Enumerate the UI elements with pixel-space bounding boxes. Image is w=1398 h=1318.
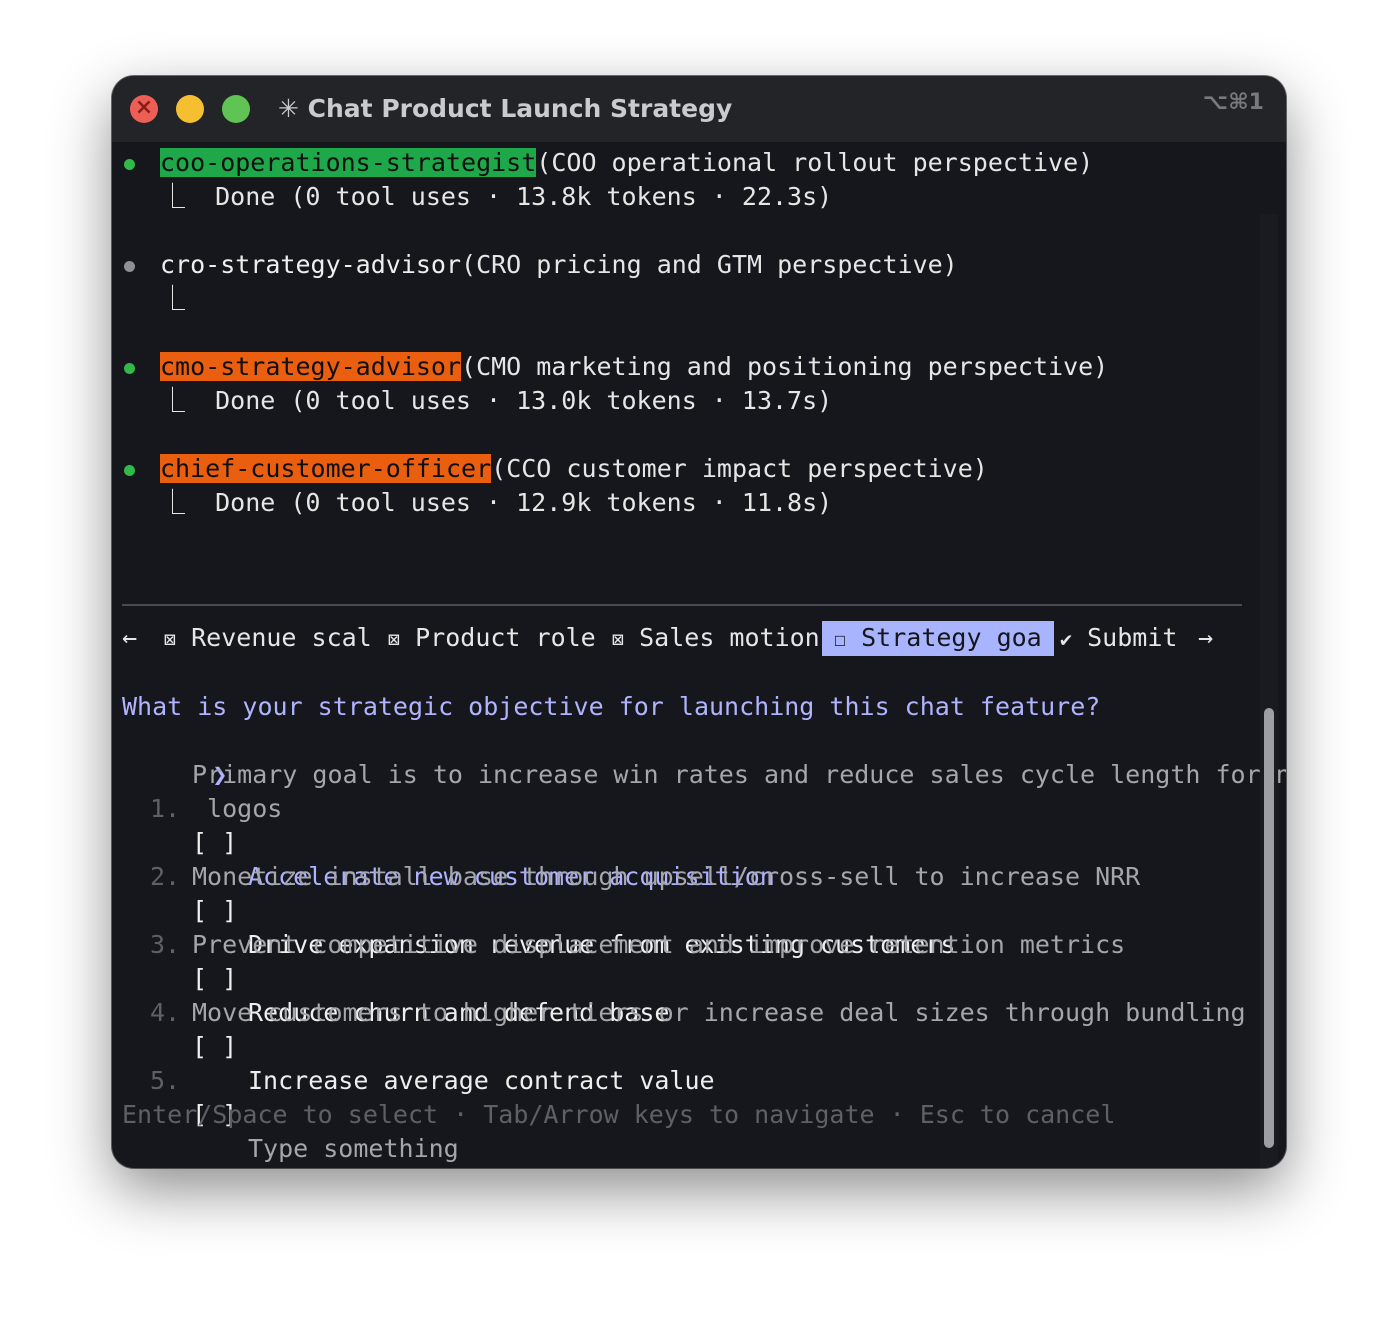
tab-label: Revenue scal bbox=[191, 623, 372, 652]
tab-submit[interactable]: ✔ Submit bbox=[1060, 621, 1177, 656]
status-dot-icon bbox=[124, 159, 135, 170]
terminal-window: ✳ Chat Product Launch Strategy ⌥⌘1 coo-o… bbox=[112, 76, 1286, 1168]
option-description: Primary goal is to increase win rates an… bbox=[192, 760, 1286, 789]
agent-row: cmo-strategy-advisor(CMO marketing and p… bbox=[122, 350, 1108, 384]
option-number: 1. bbox=[150, 794, 181, 823]
question-tabs: ← ⊠ Revenue scal ⊠ Product role ⊠ Sales … bbox=[122, 621, 1252, 656]
option-row[interactable]: 4. [ ] Increase average contract value bbox=[122, 962, 715, 1095]
zoom-button[interactable] bbox=[222, 95, 250, 123]
question-text: What is your strategic objective for lau… bbox=[122, 692, 1101, 721]
window-title: ✳ Chat Product Launch Strategy bbox=[278, 94, 733, 123]
option-row[interactable]: 2. [ ] Drive expansion revenue from exis… bbox=[122, 826, 955, 959]
option-description: Monetize install base through upsell/cro… bbox=[192, 862, 1141, 891]
option-label: Type something bbox=[248, 1134, 459, 1163]
tab-strategy-goal[interactable]: ☐ Strategy goa bbox=[822, 621, 1054, 656]
status-dot-icon bbox=[124, 363, 135, 374]
minimize-button[interactable] bbox=[176, 95, 204, 123]
tab-label: Submit bbox=[1087, 623, 1178, 652]
option-number: 5. bbox=[150, 1066, 181, 1095]
option-description: Prevent competitive displacement and imp… bbox=[192, 930, 1126, 959]
divider bbox=[122, 604, 1242, 606]
option-row[interactable]: ❯ 1. [ ] Accelerate new customer acquisi… bbox=[122, 724, 775, 891]
terminal-content: coo-operations-strategist(COO operationa… bbox=[112, 142, 1286, 1168]
option-number: 4. bbox=[150, 998, 181, 1027]
agent-status: ⎿ Done (0 tool uses · 13.0k tokens · 13.… bbox=[160, 386, 833, 415]
right-arrow-icon[interactable]: → bbox=[1198, 621, 1213, 655]
tab-product-role[interactable]: ⊠ Product role bbox=[388, 621, 596, 656]
checkmark-icon: ✔ bbox=[1060, 627, 1073, 651]
agent-name: chief-customer-officer bbox=[160, 454, 492, 483]
tab-shortcut: ⌥⌘1 bbox=[1202, 90, 1264, 115]
option-row[interactable]: 3. [ ] Reduce churn and defend base bbox=[122, 894, 669, 1027]
agent-row: cro-strategy-advisor(CRO pricing and GTM… bbox=[122, 248, 958, 282]
agent-description: (COO operational rollout perspective) bbox=[536, 148, 1094, 177]
option-description: logos bbox=[192, 794, 283, 823]
option-description: Move customers to higher tiers or increa… bbox=[192, 998, 1246, 1027]
checked-box-icon: ⊠ bbox=[612, 627, 625, 651]
title-bar: ✳ Chat Product Launch Strategy ⌥⌘1 bbox=[112, 76, 1286, 142]
tab-label: Product role bbox=[415, 623, 596, 652]
agent-status: ⎿ Done (0 tool uses · 12.9k tokens · 11.… bbox=[160, 488, 833, 517]
tab-revenue-scale[interactable]: ⊠ Revenue scal bbox=[164, 621, 372, 656]
checked-box-icon: ⊠ bbox=[164, 627, 177, 651]
agent-status: ⎿ Done (0 tool uses · 13.8k tokens · 22.… bbox=[160, 182, 833, 211]
option-row[interactable]: 5. [ ] Type something bbox=[122, 1030, 459, 1163]
empty-box-icon: ☐ bbox=[834, 627, 847, 651]
agent-row: coo-operations-strategist(COO operationa… bbox=[122, 146, 1093, 180]
tab-label: Sales motion bbox=[639, 623, 820, 652]
close-button[interactable] bbox=[130, 94, 158, 123]
tab-label: Strategy goa bbox=[861, 623, 1042, 652]
left-arrow-icon[interactable]: ← bbox=[122, 621, 137, 655]
keyboard-hints: Enter/Space to select · Tab/Arrow keys t… bbox=[122, 1100, 1116, 1129]
tab-sales-motion[interactable]: ⊠ Sales motion bbox=[612, 621, 820, 656]
agent-description: (CRO pricing and GTM perspective) bbox=[461, 250, 958, 279]
agent-status: ⎿ bbox=[160, 284, 186, 313]
option-number: 3. bbox=[150, 930, 181, 959]
status-dot-icon bbox=[124, 261, 135, 272]
agent-description: (CMO marketing and positioning perspecti… bbox=[461, 352, 1109, 381]
option-number: 2. bbox=[150, 862, 181, 891]
agent-description: (CCO customer impact perspective) bbox=[491, 454, 988, 483]
agent-row: chief-customer-officer(CCO customer impa… bbox=[122, 452, 988, 486]
status-dot-icon bbox=[124, 465, 135, 476]
agent-name: cro-strategy-advisor bbox=[160, 250, 462, 279]
checked-box-icon: ⊠ bbox=[388, 627, 401, 651]
option-label: Increase average contract value bbox=[248, 1066, 715, 1095]
agent-name: coo-operations-strategist bbox=[160, 148, 537, 177]
agent-name: cmo-strategy-advisor bbox=[160, 352, 462, 381]
